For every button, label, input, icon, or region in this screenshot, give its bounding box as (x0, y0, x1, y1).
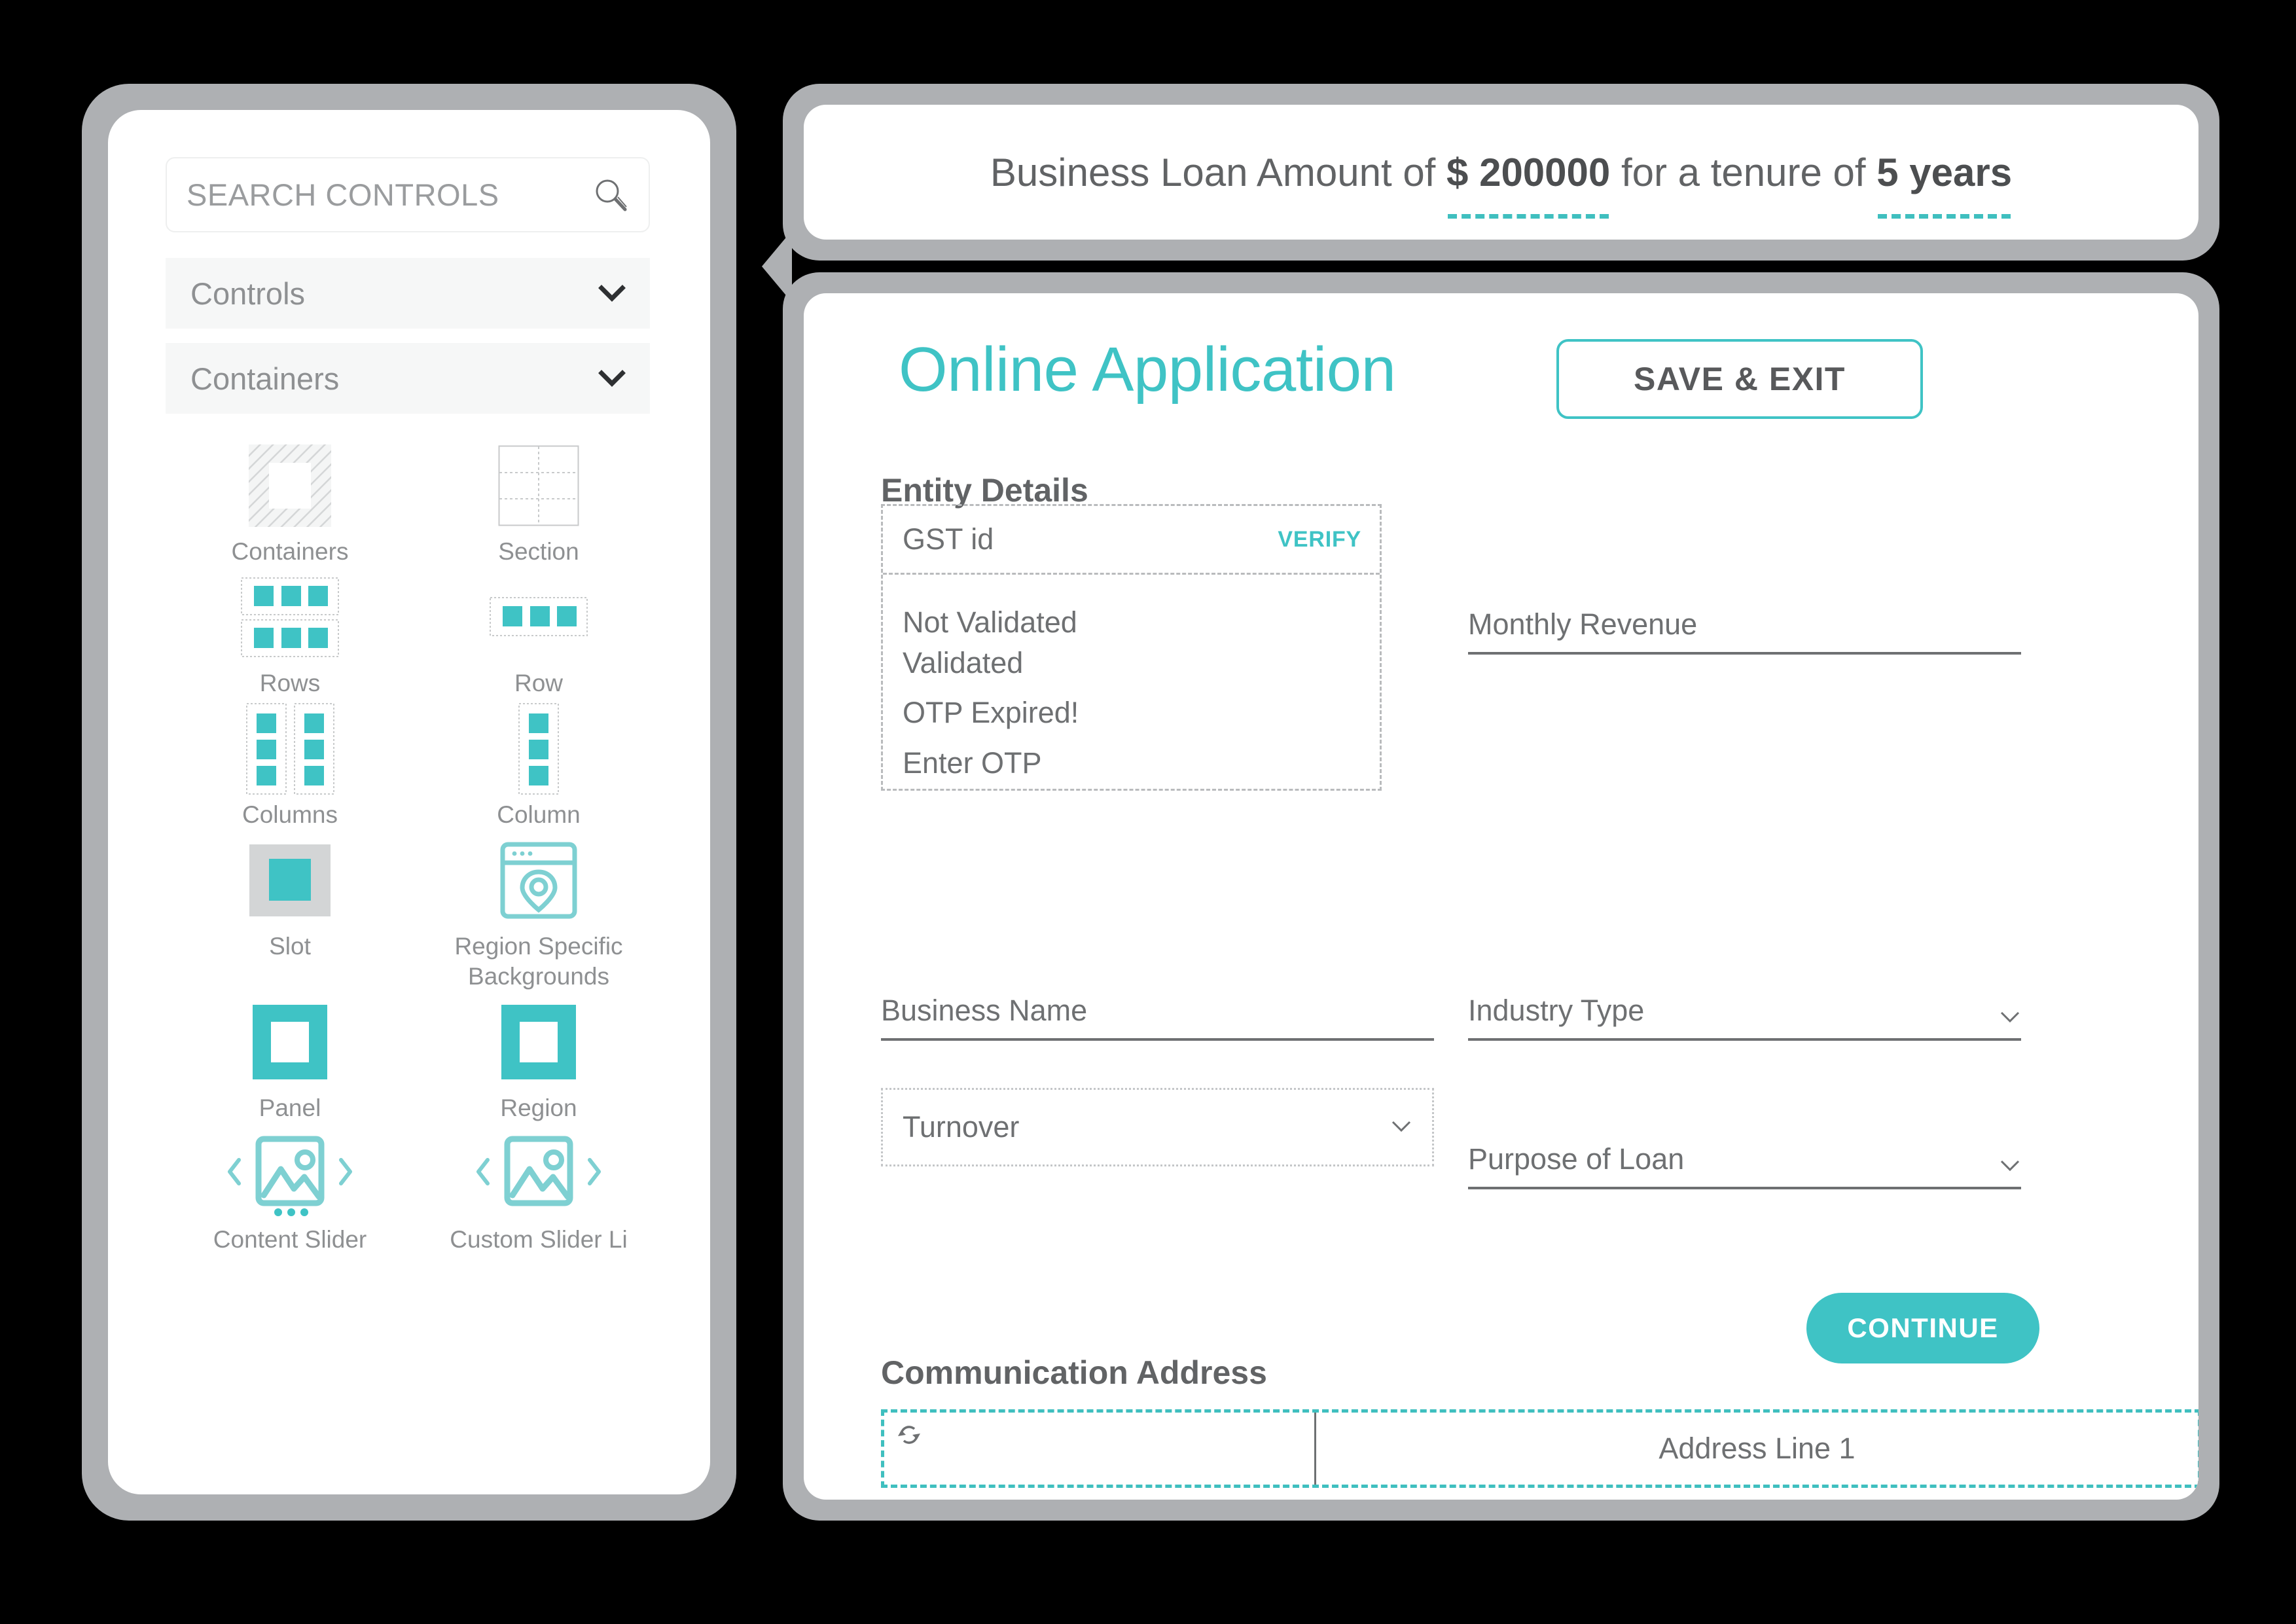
accordion-containers-label: Containers (190, 361, 340, 396)
palette-item-containers[interactable]: Containers (166, 435, 414, 566)
accordion-controls[interactable]: Controls (166, 258, 650, 329)
palette-item-label: Containers (231, 538, 349, 565)
purpose-of-loan-select[interactable]: Purpose of Loan (1468, 1142, 2021, 1189)
chevron-down-icon (1999, 1009, 2021, 1024)
accordion-controls-label: Controls (190, 276, 306, 311)
palette-item-label: Rows (259, 670, 321, 697)
palette-item-panel[interactable]: Panel (166, 991, 414, 1123)
palette-item-label: Panel (259, 1094, 321, 1121)
column-icon (518, 703, 559, 795)
row-icon (490, 578, 588, 657)
accordion-containers[interactable]: Containers (166, 343, 650, 414)
palette-item-region[interactable]: Region (414, 991, 663, 1123)
business-name-field[interactable]: Business Name (881, 994, 1434, 1041)
containers-icon (247, 444, 332, 527)
palette-item-columns[interactable]: Columns (166, 698, 414, 829)
chevron-down-icon (1390, 1119, 1412, 1136)
palette-item-label: Column (497, 801, 581, 829)
palette-item-label: Region Specific Backgrounds (454, 933, 623, 990)
search-icon[interactable] (592, 177, 629, 213)
sync-refresh-icon[interactable] (896, 1422, 922, 1448)
custom-slider-icon (467, 1134, 611, 1213)
palette-panel: SEARCH CONTROLS Controls Containers Cont… (82, 84, 736, 1521)
address-line-1-label: Address Line 1 (1659, 1432, 1856, 1465)
palette-item-label: Custom Slider Li (450, 1225, 628, 1253)
region-icon (501, 1003, 576, 1081)
communication-address-heading: Communication Address (881, 1354, 1267, 1391)
palette-item-region-specific-backgrounds[interactable]: Region Specific Backgrounds (414, 829, 663, 990)
continue-button[interactable]: CONTINUE (1806, 1293, 2039, 1363)
region-background-pin-icon (500, 841, 577, 920)
search-placeholder: SEARCH CONTROLS (187, 177, 499, 212)
palette-item-custom-slider-li[interactable]: Custom Slider Li (414, 1123, 663, 1254)
page-title: Online Application (899, 334, 1396, 405)
palette-item-label: Region (500, 1094, 577, 1121)
columns-icon (245, 703, 334, 795)
business-name-label: Business Name (881, 994, 1088, 1027)
palette-item-label: Content Slider (213, 1225, 367, 1253)
screen: SEARCH CONTROLS Controls Containers Cont… (0, 0, 2296, 1624)
loan-banner-panel: Business Loan Amount of $ 200000 for a t… (783, 84, 2219, 261)
loan-middle: for a tenure of (1610, 150, 1877, 194)
palette-item-grid: Containers Section Rows Row Columns Colu… (166, 435, 663, 1254)
turnover-select[interactable]: Turnover (881, 1088, 1434, 1166)
slot-icon (249, 841, 331, 920)
chevron-down-icon (596, 369, 628, 388)
palette-item-slot[interactable]: Slot (166, 829, 414, 990)
chevron-down-icon (1999, 1158, 2021, 1172)
palette-item-label: Slot (269, 933, 311, 960)
purpose-of-loan-label: Purpose of Loan (1468, 1142, 1685, 1176)
panel-icon (253, 1003, 327, 1081)
palette-panel-body: SEARCH CONTROLS Controls Containers Cont… (108, 110, 710, 1494)
content-slider-icon (218, 1134, 362, 1216)
palette-item-label: Columns (242, 801, 338, 829)
loan-summary-text: Business Loan Amount of $ 200000 for a t… (990, 150, 2012, 219)
rows-icon (241, 577, 339, 658)
gst-id-row[interactable]: GST id VERIFY (883, 506, 1380, 575)
palette-item-label: Row (514, 670, 564, 697)
address-sync-cell[interactable] (884, 1413, 1316, 1485)
gst-status-validated: Validated (903, 646, 1024, 679)
gst-id-label: GST id (903, 522, 994, 556)
loan-prefix: Business Loan Amount of (990, 150, 1447, 194)
palette-item-rows[interactable]: Rows (166, 566, 414, 698)
palette-item-row[interactable]: Row (414, 566, 663, 698)
industry-type-label: Industry Type (1468, 994, 1645, 1027)
search-input[interactable]: SEARCH CONTROLS (166, 157, 650, 232)
address-line-1-field[interactable]: Address Line 1 (1316, 1413, 2198, 1485)
loan-banner: Business Loan Amount of $ 200000 for a t… (804, 105, 2198, 240)
gst-verification-group: GST id VERIFY Not Validated Validated OT… (881, 504, 1382, 791)
industry-type-select[interactable]: Industry Type (1468, 994, 2021, 1041)
palette-item-label: Section (498, 538, 579, 565)
application-form-panel: Online Application SAVE & EXIT Entity De… (783, 272, 2219, 1521)
verify-button[interactable]: VERIFY (1278, 527, 1361, 552)
section-grid-icon (498, 445, 579, 526)
gst-status-not-validated: Not Validated (903, 605, 1077, 639)
address-row: Address Line 1 (881, 1409, 2198, 1488)
palette-item-column[interactable]: Column (414, 698, 663, 829)
enter-otp-field[interactable]: Enter OTP (903, 746, 1042, 780)
monthly-revenue-field[interactable]: Monthly Revenue (1468, 607, 2021, 655)
application-form: Online Application SAVE & EXIT Entity De… (804, 293, 2198, 1500)
monthly-revenue-label: Monthly Revenue (1468, 607, 1698, 641)
gst-status-otp-expired: OTP Expired! (903, 696, 1079, 729)
loan-amount[interactable]: $ 200000 (1446, 150, 1610, 219)
turnover-label: Turnover (903, 1110, 1020, 1144)
palette-item-content-slider[interactable]: Content Slider (166, 1123, 414, 1254)
loan-tenure[interactable]: 5 years (1876, 150, 2012, 219)
chevron-down-icon (596, 283, 628, 303)
palette-item-section[interactable]: Section (414, 435, 663, 566)
save-and-exit-button[interactable]: SAVE & EXIT (1556, 339, 1923, 419)
